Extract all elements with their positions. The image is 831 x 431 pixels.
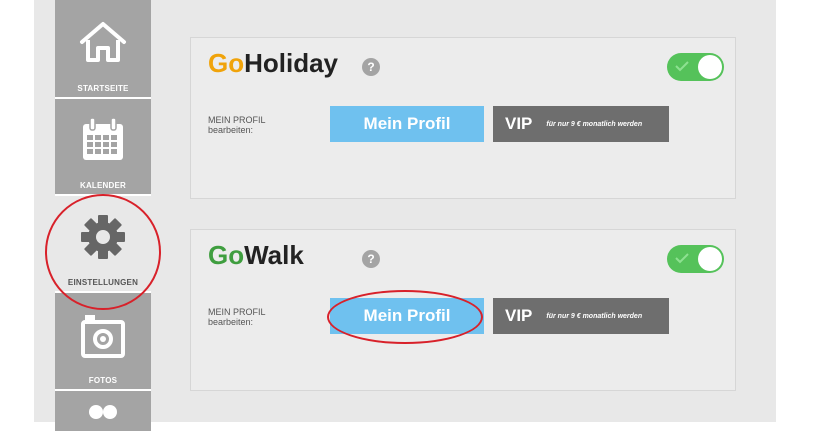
vip-button[interactable]: VIP für nur 9 € monatlich werden (493, 298, 669, 334)
brand-name: Holiday (244, 48, 339, 78)
brand-go: Go (208, 240, 245, 270)
app-toggle[interactable] (667, 245, 724, 273)
home-icon (78, 0, 128, 84)
vip-button[interactable]: VIP für nur 9 € monatlich werden (493, 106, 669, 142)
sidebar-item-einstellungen[interactable]: EINSTELLUNGEN (55, 196, 151, 293)
sidebar-item-label: FOTOS (88, 376, 118, 385)
vip-label: VIP (505, 114, 533, 133)
sidebar-item-label: EINSTELLUNGEN (67, 278, 139, 287)
camera-icon (79, 293, 127, 376)
help-icon[interactable]: ? (362, 250, 380, 268)
sidebar-item-label: STARTSEITE (77, 84, 129, 93)
brand-title: GoWalk (208, 240, 304, 271)
mein-profil-button[interactable]: Mein Profil (330, 106, 484, 142)
sidebar-item-more[interactable] (55, 391, 151, 431)
app-card-goholiday: GoHoliday ? MEIN PROFIL bearbeiten: Mein… (190, 37, 736, 199)
check-icon (675, 253, 689, 264)
vip-note: für nur 9 € monatlich werden (546, 120, 643, 128)
toggle-knob (698, 247, 722, 271)
app-card-gowalk: GoWalk ? MEIN PROFIL bearbeiten: Mein Pr… (190, 229, 736, 391)
brand-name: Walk (244, 240, 304, 270)
help-icon[interactable]: ? (362, 58, 380, 76)
sidebar-item-fotos[interactable]: FOTOS (55, 293, 151, 391)
vip-note: für nur 9 € monatlich werden (546, 312, 643, 320)
mein-profil-button[interactable]: Mein Profil (330, 298, 484, 334)
calendar-icon (80, 99, 126, 181)
sidebar: STARTSEITE KALENDER EINSTELLUNGEN FOTOS (55, 0, 151, 431)
gear-icon (79, 196, 127, 278)
sidebar-item-kalender[interactable]: KALENDER (55, 99, 151, 196)
sidebar-item-startseite[interactable]: STARTSEITE (55, 0, 151, 99)
sidebar-item-label: KALENDER (79, 181, 127, 190)
app-toggle[interactable] (667, 53, 724, 81)
profile-edit-label: MEIN PROFIL bearbeiten: (208, 115, 266, 135)
brand-go: Go (208, 48, 245, 78)
vip-label: VIP (505, 306, 533, 325)
brand-title: GoHoliday (208, 48, 338, 79)
profile-edit-label: MEIN PROFIL bearbeiten: (208, 307, 266, 327)
check-icon (675, 61, 689, 72)
toggle-knob (698, 55, 722, 79)
